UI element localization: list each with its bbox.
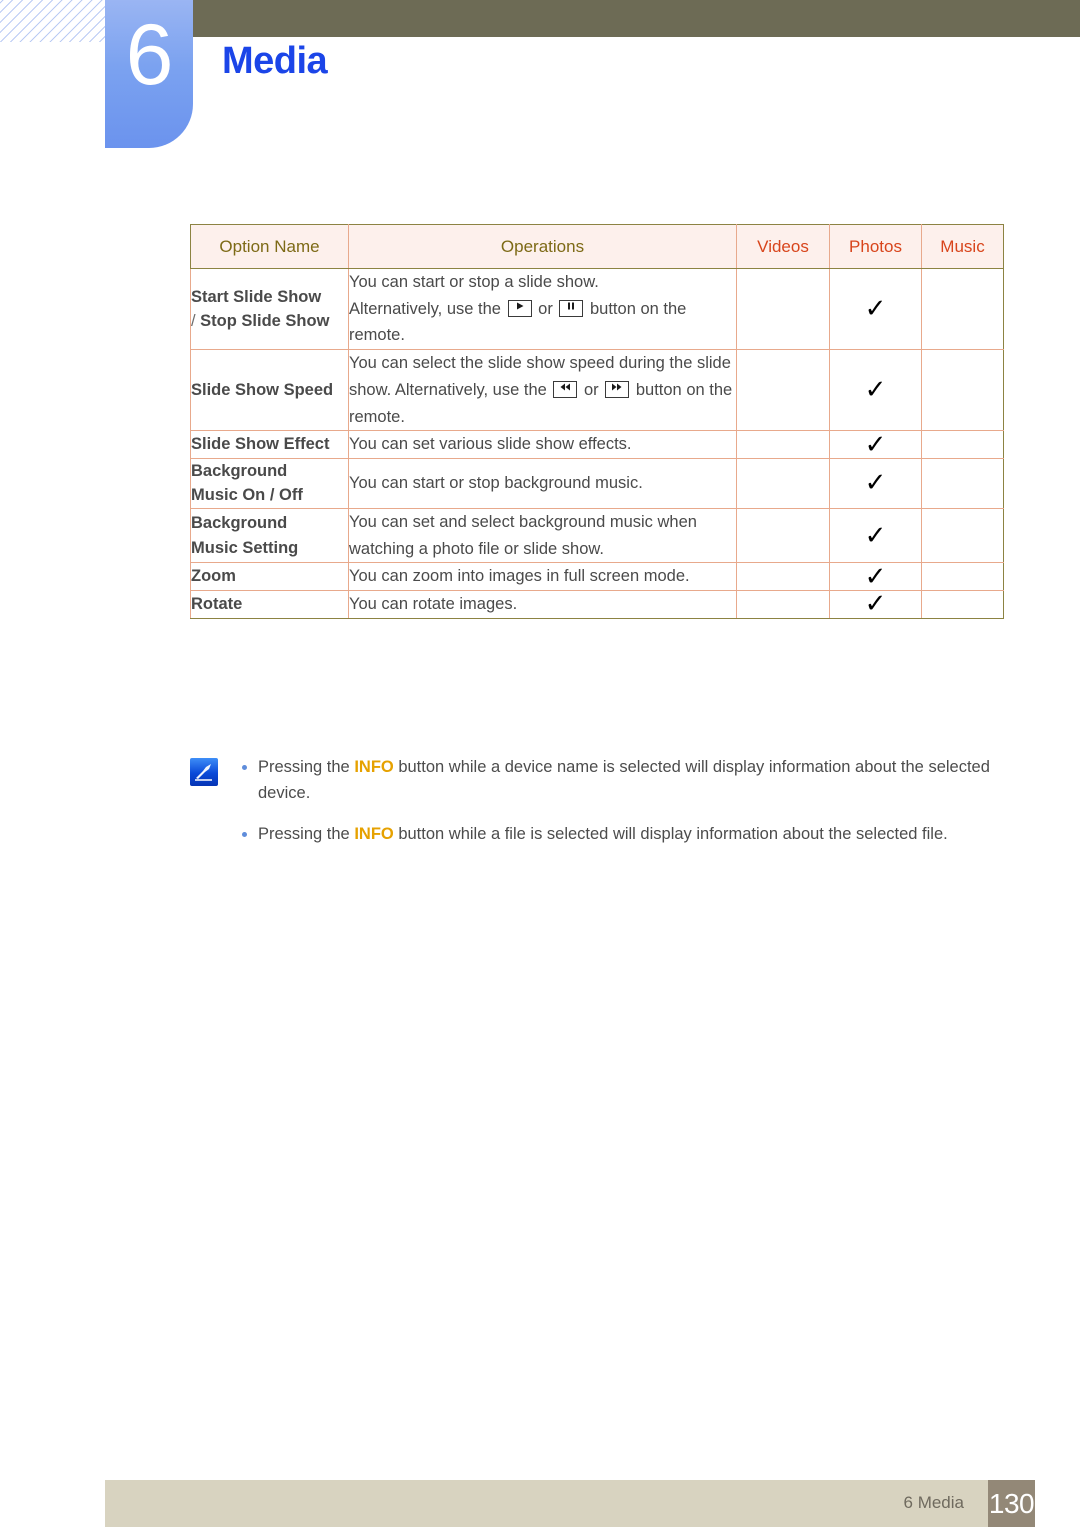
music-support-cell xyxy=(921,590,1004,619)
photos-support-cell: ✓ xyxy=(829,458,922,509)
note-emphasis-info: INFO xyxy=(354,758,394,776)
videos-support-cell xyxy=(736,430,830,460)
note-text-after: button while a file is selected will dis… xyxy=(393,825,948,844)
table-row: Rotate You can rotate images. ✓ xyxy=(190,589,1004,620)
table-row: Background Music On / Off You can start … xyxy=(190,458,1004,509)
table-row: Start Slide Show / Stop Slide Show You c… xyxy=(190,267,1004,351)
column-header-music: Music xyxy=(921,224,1004,269)
photos-support-cell: ✓ xyxy=(829,507,922,564)
videos-support-cell xyxy=(736,590,830,619)
pause-icon xyxy=(559,299,584,317)
page-header-bar xyxy=(193,0,1080,37)
column-header-operations: Operations xyxy=(348,224,737,269)
check-icon: ✓ xyxy=(864,520,887,551)
page-number-badge: 130 xyxy=(988,1480,1035,1527)
chapter-number: 6 xyxy=(125,7,174,103)
chapter-number-tab: 6 xyxy=(105,0,193,148)
options-table-container: Option Name Operations Videos Photos Mus… xyxy=(190,224,1004,619)
table-row: Slide Show Speed You can select the slid… xyxy=(190,349,1004,432)
option-name-part-1: Background xyxy=(191,514,288,533)
check-icon: ✓ xyxy=(864,468,887,499)
check-icon: ✓ xyxy=(864,561,887,592)
option-name-cell: Slide Show Speed xyxy=(190,349,349,432)
operations-line-2c: button on the xyxy=(590,299,687,318)
operations-line-1: You can start or stop a slide show. xyxy=(349,273,599,291)
table-row: Slide Show Effect You can set various sl… xyxy=(190,429,1004,460)
photos-support-cell: ✓ xyxy=(829,589,922,620)
photos-support-cell: ✓ xyxy=(829,429,922,460)
column-header-photos: Photos xyxy=(829,224,922,269)
videos-support-cell xyxy=(736,562,830,591)
footer-chapter-label: 6 Media xyxy=(903,1493,964,1512)
decorative-hatch-pattern xyxy=(0,0,110,42)
option-name-cell: Background Music Setting xyxy=(190,507,349,564)
check-icon: ✓ xyxy=(864,589,887,620)
note-emphasis-info: INFO xyxy=(354,825,394,844)
check-icon: ✓ xyxy=(864,429,887,460)
option-name-cell: Rotate xyxy=(190,590,349,619)
check-icon: ✓ xyxy=(864,375,887,406)
operations-cell: You can start or stop background music. xyxy=(348,458,737,509)
videos-support-cell xyxy=(736,349,830,432)
option-name-cell: Start Slide Show / Stop Slide Show xyxy=(190,267,349,351)
operations-line-3: remote. xyxy=(349,326,405,345)
operations-line-2a: Alternatively, use the xyxy=(349,299,501,318)
operations-cell: You can zoom into images in full screen … xyxy=(348,562,737,591)
operations-cell: You can select the slide show speed duri… xyxy=(348,349,737,432)
table-header: Option Name Operations Videos Photos Mus… xyxy=(190,224,1004,269)
note-list: Pressing the INFO button while a device … xyxy=(190,755,1005,848)
page-footer-bar: 6 Media 130 xyxy=(105,1480,1035,1527)
operations-line-2b: or xyxy=(538,299,553,318)
option-name-part-1: Start Slide Show xyxy=(191,287,322,306)
option-name-part-2: Stop Slide Show xyxy=(200,312,330,331)
options-table: Option Name Operations Videos Photos Mus… xyxy=(190,224,1004,619)
photos-support-cell: ✓ xyxy=(829,267,922,351)
option-name-separator: / xyxy=(191,312,201,331)
table-body: Start Slide Show / Stop Slide Show You c… xyxy=(190,267,1004,620)
operations-cell: You can set and select background music … xyxy=(348,507,737,564)
rewind-icon xyxy=(553,380,578,398)
operations-cell: You can set various slide show effects. xyxy=(348,430,737,460)
music-support-cell xyxy=(921,267,1004,351)
note-text-before: Pressing the xyxy=(258,825,355,844)
column-header-videos: Videos xyxy=(736,224,830,269)
note-item: Pressing the INFO button while a device … xyxy=(190,755,1005,806)
option-name-part-2: Music Setting xyxy=(191,538,299,557)
videos-support-cell xyxy=(736,267,830,351)
option-name-cell: Zoom xyxy=(190,562,349,591)
option-name-cell: Background Music On / Off xyxy=(190,458,349,509)
note-text-before: Pressing the xyxy=(258,758,355,776)
music-support-cell xyxy=(921,430,1004,460)
notes-section: Pressing the INFO button while a device … xyxy=(190,755,1005,864)
column-header-option-name: Option Name xyxy=(190,224,349,269)
play-icon xyxy=(507,299,532,317)
music-support-cell xyxy=(921,458,1004,509)
videos-support-cell xyxy=(736,458,830,509)
table-header-row: Option Name Operations Videos Photos Mus… xyxy=(190,224,1004,269)
music-support-cell xyxy=(921,349,1004,432)
check-icon: ✓ xyxy=(864,294,887,325)
option-name-part-2: Music On / Off xyxy=(191,486,303,505)
photos-support-cell: ✓ xyxy=(829,349,922,432)
music-support-cell xyxy=(921,507,1004,564)
music-support-cell xyxy=(921,562,1004,591)
operations-text-or: or xyxy=(584,380,599,399)
operations-cell: You can rotate images. xyxy=(348,590,737,619)
fast-forward-icon xyxy=(605,380,630,398)
note-item: Pressing the INFO button while a file is… xyxy=(190,822,1005,848)
page-title: Media xyxy=(222,40,328,82)
table-row: Zoom You can zoom into images in full sc… xyxy=(190,561,1004,592)
option-name-part-1: Background xyxy=(191,462,288,481)
table-row: Background Music Setting You can set and… xyxy=(190,507,1004,564)
option-name-cell: Slide Show Effect xyxy=(190,430,349,460)
videos-support-cell xyxy=(736,507,830,564)
operations-cell: You can start or stop a slide show. Alte… xyxy=(348,267,737,351)
photos-support-cell: ✓ xyxy=(829,561,922,592)
